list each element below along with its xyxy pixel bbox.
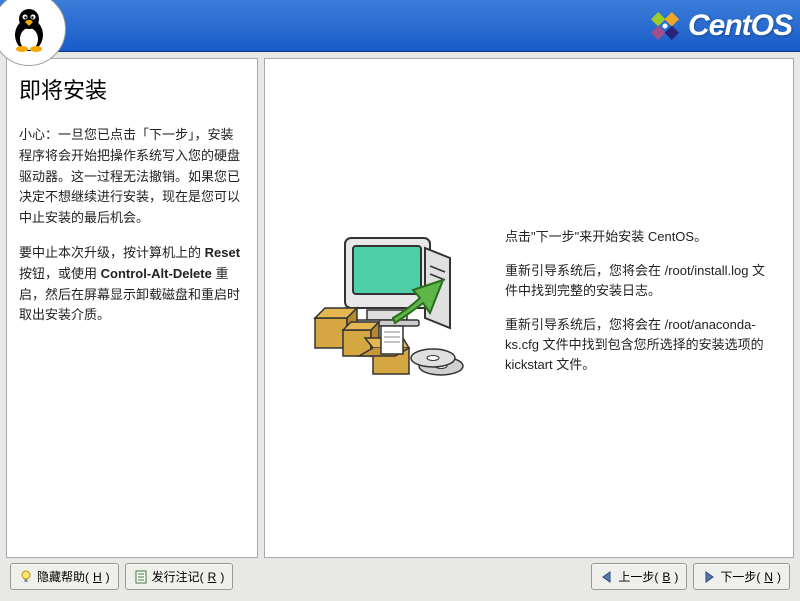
hide-help-button[interactable]: 隐藏帮助(H): [10, 563, 119, 590]
triangle-left-icon: [600, 570, 614, 584]
centos-brand: CentOS: [648, 9, 792, 43]
install-instruction-3: 重新引导系统后，您将会在 /root/anaconda-ks.cfg 文件中找到…: [505, 315, 773, 375]
release-notes-button[interactable]: 发行注记(R): [125, 563, 234, 590]
content-area: 即将安装 小心：一旦您已点击「下一步」，安装程序将会开始把操作系统写入您的硬盘驱…: [0, 52, 800, 558]
centos-brand-text: CentOS: [688, 9, 792, 43]
install-instruction-2: 重新引导系统后，您将会在 /root/install.log 文件中找到完整的安…: [505, 261, 773, 301]
next-button[interactable]: 下一步(N): [693, 563, 790, 590]
install-graphic: [295, 218, 475, 398]
help-panel: 即将安装 小心：一旦您已点击「下一步」，安装程序将会开始把操作系统写入您的硬盘驱…: [6, 58, 258, 558]
left-buttons: 隐藏帮助(H) 发行注记(R): [10, 563, 233, 590]
notes-icon: [134, 570, 148, 584]
centos-icon: [648, 9, 682, 43]
triangle-right-icon: [702, 570, 716, 584]
install-instruction-1: 点击"下一步"来开始安装 CentOS。: [505, 227, 773, 247]
right-buttons: 上一步(B) 下一步(N): [591, 563, 790, 590]
help-paragraph-2: 要中止本次升级，按计算机上的 Reset 按钮，或使用 Control-Alt-…: [19, 243, 245, 326]
install-info: 点击"下一步"来开始安装 CentOS。 重新引导系统后，您将会在 /root/…: [505, 227, 773, 390]
bulb-icon: [19, 570, 33, 584]
back-button[interactable]: 上一步(B): [591, 563, 687, 590]
bottom-bar: 隐藏帮助(H) 发行注记(R) 上一步(B) 下一步(N): [0, 558, 800, 595]
help-paragraph-1: 小心：一旦您已点击「下一步」，安装程序将会开始把操作系统写入您的硬盘驱动器。这一…: [19, 125, 245, 229]
help-title: 即将安装: [19, 73, 245, 105]
help-body: 小心：一旦您已点击「下一步」，安装程序将会开始把操作系统写入您的硬盘驱动器。这一…: [19, 125, 245, 326]
main-panel: 点击"下一步"来开始安装 CentOS。 重新引导系统后，您将会在 /root/…: [264, 58, 794, 558]
header-bar: CentOS: [0, 0, 800, 52]
